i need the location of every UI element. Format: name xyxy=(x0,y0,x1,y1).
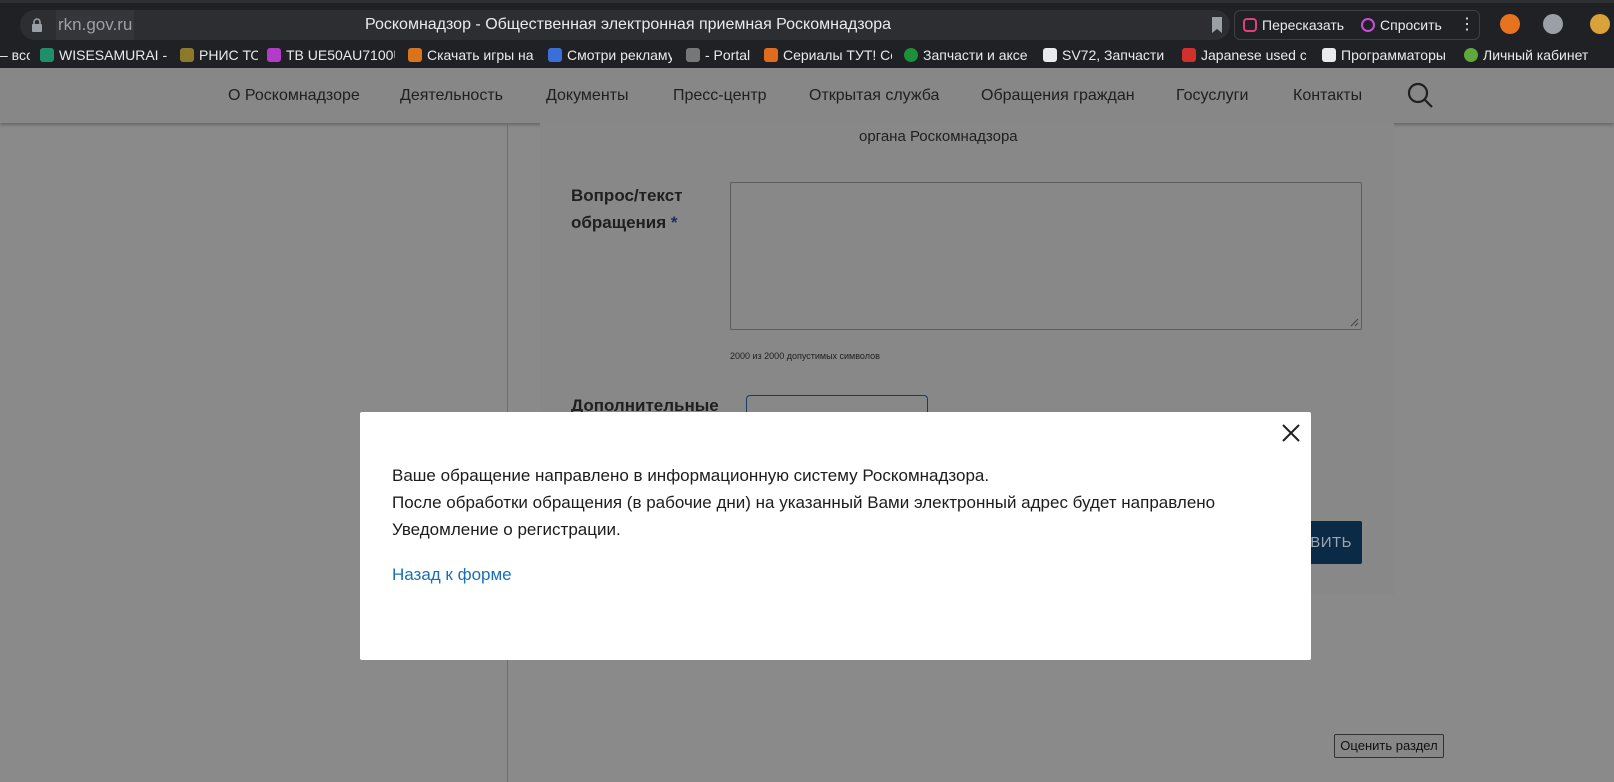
modal-message-line1: Ваше обращение направлено в информационн… xyxy=(392,466,990,485)
address-bar[interactable]: rkn.gov.ru Роскомнадзор - Общественная э… xyxy=(20,10,1230,40)
bookmark-icon[interactable] xyxy=(1210,16,1224,34)
rate-section-button[interactable]: Оценить раздел xyxy=(1334,734,1444,758)
bookmark-favicon-icon xyxy=(267,48,281,62)
bookmark-favicon-icon xyxy=(40,48,54,62)
resize-handle-icon[interactable] xyxy=(1350,318,1359,327)
bookmark-item[interactable]: Программаторы xyxy=(1322,44,1450,68)
nav-item-about[interactable]: О Роскомнадзоре xyxy=(228,68,360,123)
question-label-line1: Вопрос/текст xyxy=(571,186,683,205)
retell-icon xyxy=(1243,18,1257,32)
url-host[interactable]: rkn.gov.ru xyxy=(56,10,135,40)
browser-toolbar: rkn.gov.ru Роскомнадзор - Общественная э… xyxy=(0,0,1614,44)
nav-item-documents[interactable]: Документы xyxy=(546,68,628,123)
nav-item-contacts[interactable]: Контакты xyxy=(1293,68,1362,123)
question-label: Вопрос/текст обращения * xyxy=(571,182,711,236)
bookmark-item[interactable]: Личный кабинет xyxy=(1464,44,1604,68)
close-icon[interactable] xyxy=(1280,422,1302,444)
bookmark-item[interactable]: – всо xyxy=(0,44,30,68)
bookmark-label: Программаторы xyxy=(1341,47,1446,63)
char-counter: 2000 из 2000 допустимых символов xyxy=(730,351,880,361)
lock-icon xyxy=(32,18,42,32)
profile-icon[interactable] xyxy=(1590,14,1610,34)
site-nav: О Роскомнадзоре Деятельность Документы П… xyxy=(0,68,1614,123)
bookmark-item[interactable]: Сериалы ТУТ! Сер xyxy=(764,44,892,68)
question-label-line2: обращения xyxy=(571,213,667,232)
bookmark-favicon-icon xyxy=(1043,48,1057,62)
back-to-form-link[interactable]: Назад к форме xyxy=(392,565,512,585)
ask-icon xyxy=(1361,18,1375,32)
bookmark-label: РНИС ТО xyxy=(199,47,258,63)
bookmark-item[interactable]: Запчасти и аксесс xyxy=(904,44,1028,68)
bookmark-favicon-icon xyxy=(904,48,918,62)
search-icon[interactable] xyxy=(1406,81,1434,109)
ask-label: Спросить xyxy=(1380,17,1442,33)
globe-icon[interactable] xyxy=(1543,14,1563,34)
nav-item-press[interactable]: Пресс-центр xyxy=(673,68,767,123)
bookmark-item[interactable]: РНИС ТО xyxy=(180,44,258,68)
bookmark-favicon-icon xyxy=(764,48,778,62)
bookmark-label: SV72, Запчасти и xyxy=(1062,47,1167,63)
bookmark-label: Скачать игры на П xyxy=(427,47,536,63)
bookmark-item[interactable]: SV72, Запчасти и xyxy=(1043,44,1167,68)
bookmark-favicon-icon xyxy=(686,48,700,62)
extension-vpn-icon[interactable] xyxy=(1500,14,1520,34)
ask-button[interactable]: Спросить xyxy=(1361,11,1442,39)
bookmark-label: Личный кабинет xyxy=(1483,47,1589,63)
bookmark-label: Запчасти и аксесс xyxy=(923,47,1028,63)
bookmark-label: Japanese used car xyxy=(1201,47,1306,63)
bookmark-label: ТВ UE50AU7100U xyxy=(286,47,395,63)
bookmark-label: – всо xyxy=(0,47,30,63)
bookmark-item[interactable]: Смотри рекламу xyxy=(548,44,672,68)
nav-item-open-service[interactable]: Открытая служба xyxy=(809,68,939,123)
tab-title: Роскомнадзор - Общественная электронная … xyxy=(365,16,892,33)
confirmation-modal: Ваше обращение направлено в информационн… xyxy=(360,412,1311,660)
bookmark-favicon-icon xyxy=(1322,48,1336,62)
bookmark-item[interactable]: - Portal xyxy=(686,44,752,68)
bookmark-favicon-icon xyxy=(180,48,194,62)
extension-group: Пересказать Спросить ⋮ xyxy=(1234,10,1480,40)
modal-message-line2: После обработки обращения (в рабочие дни… xyxy=(392,493,1216,539)
bookmark-favicon-icon xyxy=(548,48,562,62)
form-subtitle: органа Роскомнадзора xyxy=(859,128,1018,145)
bookmark-label: Смотри рекламу xyxy=(567,47,672,63)
bookmarks-bar: – всо WISESAMURAI - и РНИС ТО ТВ UE50AU7… xyxy=(0,44,1614,68)
bookmark-item[interactable]: Japanese used car xyxy=(1182,44,1306,68)
bookmark-favicon-icon xyxy=(408,48,422,62)
required-mark: * xyxy=(670,213,678,232)
retell-button[interactable]: Пересказать xyxy=(1243,11,1344,39)
bookmark-item[interactable]: ТВ UE50AU7100U xyxy=(267,44,395,68)
nav-item-activity[interactable]: Деятельность xyxy=(400,68,503,123)
bookmark-favicon-icon xyxy=(1182,48,1196,62)
retell-label: Пересказать xyxy=(1262,17,1345,33)
bookmark-item[interactable]: Скачать игры на П xyxy=(408,44,536,68)
bookmark-label: WISESAMURAI - и xyxy=(59,47,168,63)
bookmark-label: - Portal xyxy=(705,47,751,63)
modal-message: Ваше обращение направлено в информационн… xyxy=(392,462,1272,543)
nav-item-appeals[interactable]: Обращения граждан xyxy=(981,68,1135,123)
bookmark-item[interactable]: WISESAMURAI - и xyxy=(40,44,168,68)
question-textarea[interactable] xyxy=(730,182,1362,330)
bookmark-label: Сериалы ТУТ! Сер xyxy=(783,47,892,63)
nav-item-gosuslugi[interactable]: Госуслуги xyxy=(1176,68,1248,123)
bookmark-favicon-icon xyxy=(1464,48,1478,62)
extension-menu-icon[interactable]: ⋮ xyxy=(1459,11,1475,39)
